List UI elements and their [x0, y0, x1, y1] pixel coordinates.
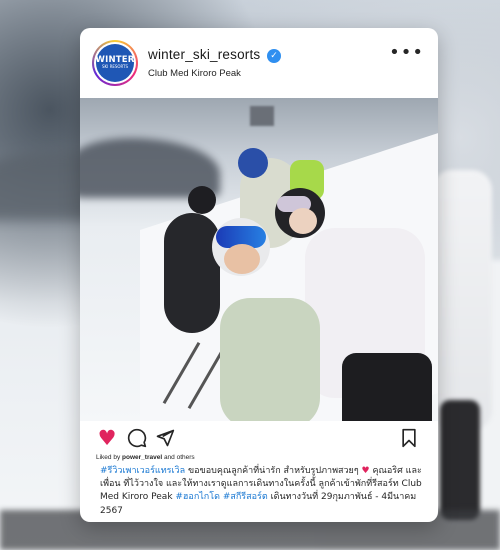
caption-line1: ขอขอบคุณลูกค้าที่น่ารัก สำหรับรูปภาพสวยๆ	[185, 466, 362, 476]
share-icon[interactable]	[154, 427, 176, 449]
avatar[interactable]: WINTER SKI RESORTS	[92, 40, 138, 86]
verified-badge-icon: ✓	[267, 49, 281, 63]
hashtag-hokkaido[interactable]: #ฮอกไกโด	[175, 492, 220, 502]
post-actions: ♥	[80, 423, 438, 453]
comment-icon[interactable]	[126, 427, 148, 449]
liked-by-user[interactable]: power_travel	[122, 454, 162, 461]
instagram-post-card: WINTER SKI RESORTS winter_ski_resorts ✓ …	[80, 28, 438, 522]
more-options-icon[interactable]: •••	[389, 44, 424, 62]
resort-logo: WINTER SKI RESORTS	[96, 44, 134, 82]
logo-text-bottom: SKI RESORTS	[101, 63, 129, 69]
post-header: WINTER SKI RESORTS winter_ski_resorts ✓ …	[80, 28, 438, 98]
liked-by-suffix: and others	[162, 454, 195, 461]
hashtag-review[interactable]: #รีวิวเพาเวอร์แทรเวิล	[100, 466, 185, 476]
liked-by-line: Liked by power_travel and others	[96, 454, 195, 461]
location-label[interactable]: Club Med Kiroro Peak	[148, 68, 241, 79]
bookmark-icon[interactable]	[398, 427, 420, 449]
heart-icon[interactable]: ♥	[96, 427, 118, 449]
liked-by-prefix: Liked by	[96, 454, 123, 461]
heart-emoji-icon: ♥	[361, 466, 370, 476]
hashtag-ski-resort[interactable]: #สกีรีสอร์ต	[223, 492, 268, 502]
post-photo[interactable]	[80, 98, 438, 421]
post-caption: #รีวิวเพาเวอร์แทรเวิล ขอขอบคุณลูกค้าที่น…	[100, 465, 422, 518]
username[interactable]: winter_ski_resorts	[148, 47, 260, 62]
